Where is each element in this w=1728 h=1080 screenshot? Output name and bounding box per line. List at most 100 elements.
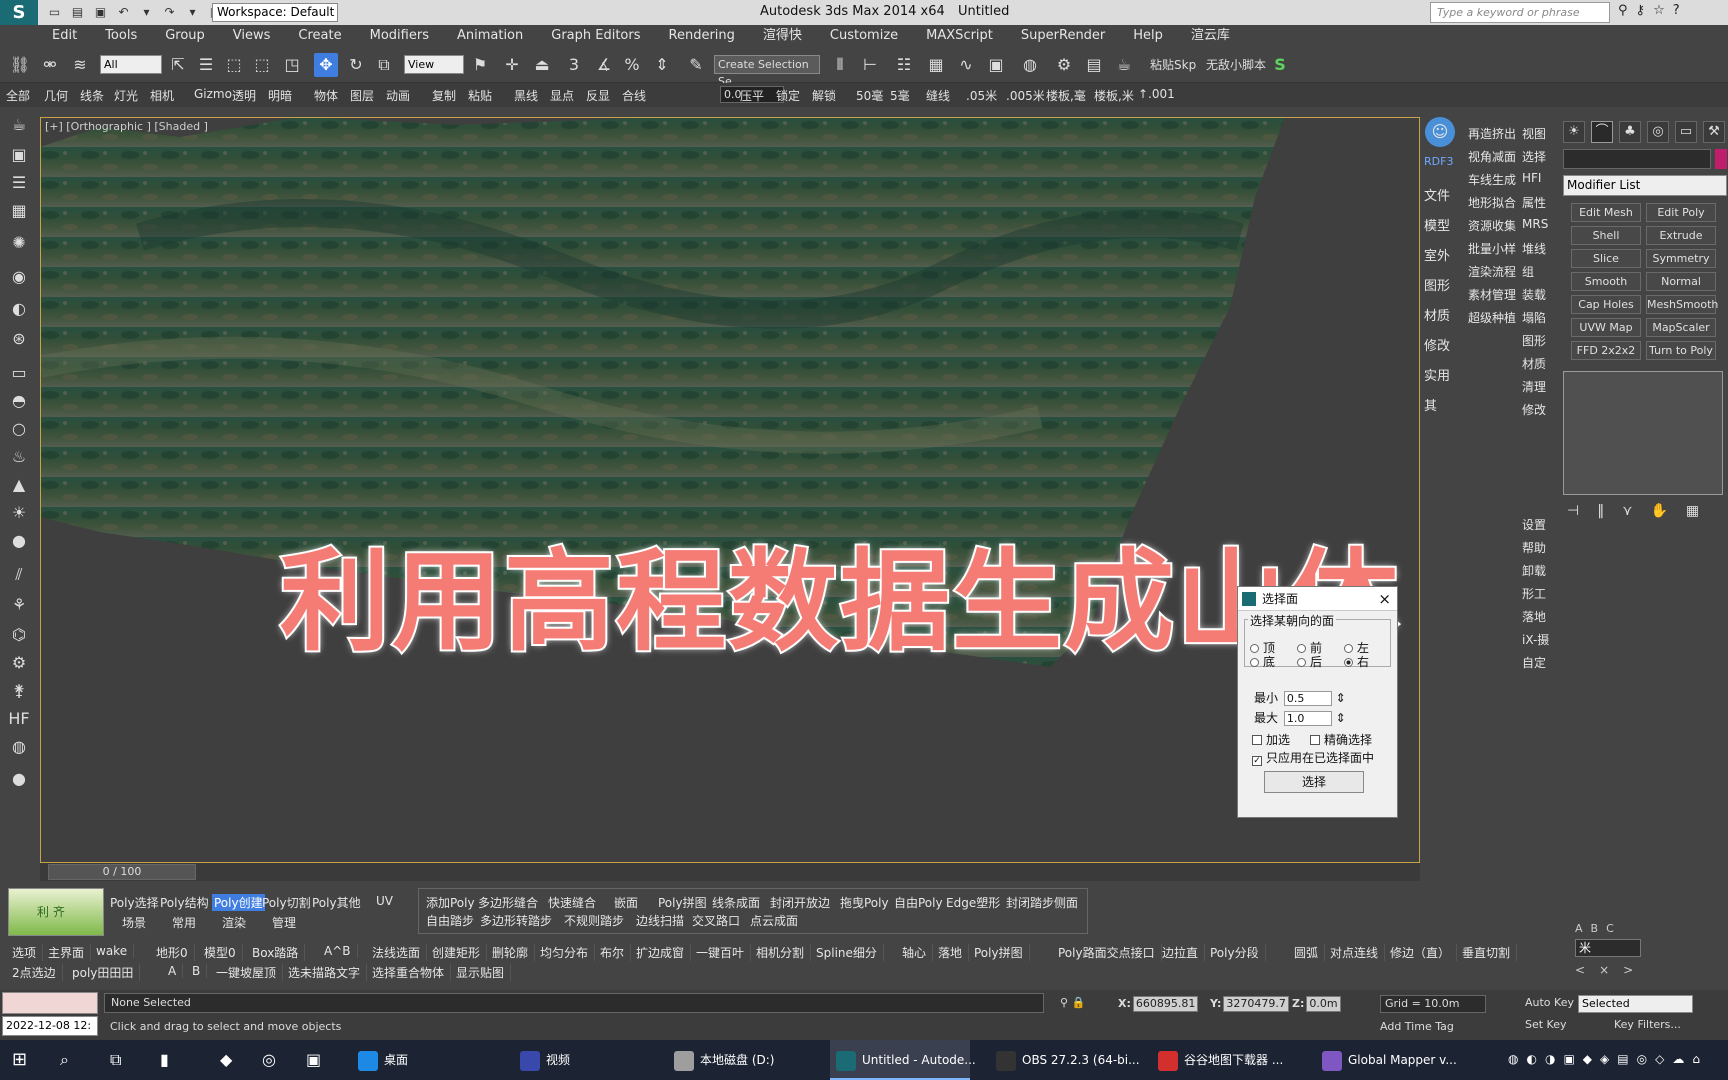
modifier-stack[interactable] (1563, 371, 1723, 495)
modifier-button[interactable]: Edit Mesh (1571, 203, 1641, 222)
poly-tab[interactable]: UV (376, 894, 393, 908)
plugin-tool-button[interactable]: 堆线 (1522, 240, 1546, 260)
poly-tool-button[interactable]: Poly拼图 (658, 894, 707, 911)
command-bar-item[interactable]: 动画 (386, 87, 410, 104)
menu-item[interactable]: Animation (443, 25, 537, 47)
tool-button[interactable]: 地形0 (150, 944, 195, 961)
command-bar-item[interactable]: 全部 (6, 87, 30, 104)
poly-tool-button[interactable]: 多边形转踏步 (480, 912, 552, 929)
menu-item[interactable]: 渲云库 (1177, 25, 1244, 47)
command-bar-item[interactable]: 反显 (586, 87, 610, 104)
pin-stack-icon[interactable]: ⊣ (1567, 503, 1579, 519)
set-key-button[interactable]: Set Key (1525, 1018, 1567, 1031)
viewport[interactable]: 利用高程数据生成山体 (40, 117, 1420, 863)
render-setup-icon[interactable]: ⚙ (1052, 53, 1076, 77)
link-icon[interactable]: ⛓ (8, 53, 32, 77)
viewport-label[interactable]: [+] [Orthographic ] [Shaded ] (45, 120, 208, 133)
selection-filter-dropdown[interactable]: All (100, 55, 162, 74)
plugin-menu-item[interactable]: 文件 (1424, 185, 1450, 204)
rect-selection-icon[interactable]: ⬚ (222, 53, 246, 77)
grass-icon[interactable]: ⚵ (7, 679, 31, 703)
stairs-icon[interactable]: ⫽ (7, 563, 31, 587)
plugin-tool-button[interactable]: 资源收集 (1468, 217, 1516, 237)
tray-wechat-icon[interactable]: ◍ (1508, 1052, 1518, 1066)
grid-icon[interactable]: ▦ (7, 199, 31, 223)
command-tab-icon[interactable]: ♣ (1619, 121, 1641, 143)
tray-app-icon[interactable]: ◆ (1583, 1052, 1592, 1066)
rotate-icon[interactable]: ↻ (344, 53, 368, 77)
plugin-tool-button[interactable]: 素材管理 (1468, 286, 1516, 306)
tray-network-icon[interactable]: ⌂ (1692, 1052, 1700, 1066)
tool-button[interactable]: 落地 (932, 944, 970, 961)
command-bar-item[interactable]: 压平 (740, 87, 764, 104)
command-bar-item[interactable]: 灯光 (114, 87, 138, 104)
poly-tool-button[interactable]: 交叉路口 (692, 912, 740, 929)
named-selection-set-dropdown[interactable]: Create Selection Se (714, 55, 820, 88)
poly-tab[interactable]: Poly结构 (160, 894, 209, 911)
abc-button[interactable]: B (1591, 922, 1599, 935)
plugin-tool-button[interactable]: 再造挤出 (1468, 125, 1516, 145)
ball-icon[interactable]: ● (7, 767, 31, 791)
molecule-icon[interactable]: ⚘ (7, 593, 31, 617)
command-bar-item[interactable]: 物体 (314, 87, 338, 104)
menu-item[interactable]: 渲得快 (749, 25, 816, 47)
box-icon[interactable]: ▭ (7, 361, 31, 385)
save-icon[interactable]: ▣ (92, 4, 109, 21)
z-coord-input[interactable]: 0.0m (1306, 996, 1341, 1012)
poly-tool-button[interactable]: 不规则踏步 (564, 912, 624, 929)
layer-manager-icon[interactable]: ☷ (892, 53, 916, 77)
show-end-result-icon[interactable]: ‖ (1597, 503, 1604, 519)
modifier-list-dropdown[interactable]: Modifier List (1563, 175, 1727, 196)
disc-icon[interactable]: ● (7, 529, 31, 553)
tray-app-icon[interactable]: ◈ (1600, 1052, 1609, 1066)
command-bar-item[interactable]: 相机 (150, 87, 174, 104)
menu-item[interactable]: Rendering (655, 25, 749, 47)
close-icon[interactable]: × (1378, 587, 1391, 611)
script-plugin-button[interactable]: 无敌小脚本 (1206, 56, 1266, 73)
tool-button[interactable]: A (162, 964, 184, 978)
command-bar-item[interactable]: .05米 (966, 87, 997, 104)
camera-icon[interactable]: ◉ (7, 265, 31, 289)
select-manipulate-icon[interactable]: ✛ (500, 53, 524, 77)
spinner-arrows-icon[interactable]: ⇕ (1336, 711, 1346, 725)
tool-button[interactable]: 轴心 (896, 944, 934, 961)
tray-app-icon[interactable]: ◐ (1526, 1052, 1536, 1066)
plugin-tool-button[interactable]: 装载 (1522, 286, 1546, 306)
plugin-tool-button[interactable]: 修改 (1522, 401, 1546, 421)
app-logo-icon[interactable]: S (0, 0, 38, 25)
poly-tool-button[interactable]: 快速缝合 (548, 894, 596, 911)
keyboard-shortcut-icon[interactable]: ⏏ (530, 53, 554, 77)
maxscript-listener[interactable] (2, 992, 98, 1014)
tool-button[interactable]: Spline细分 (810, 944, 884, 961)
tray-app-icon[interactable]: ◇ (1655, 1052, 1664, 1066)
orientation-radio[interactable]: 后 (1297, 653, 1322, 670)
gear-icon[interactable]: ⚙ (7, 651, 31, 675)
poly-tab[interactable]: 管理 (272, 914, 296, 931)
modifier-button[interactable]: UVW Map (1571, 318, 1641, 337)
taskbar-app[interactable]: 谷谷地图下载器 ... (1152, 1040, 1302, 1080)
command-bar-item[interactable]: 缝线 (926, 87, 950, 104)
plugin-menu-item[interactable]: 修改 (1424, 335, 1450, 354)
modifier-button[interactable]: Cap Holes (1571, 295, 1641, 314)
taskbar-app[interactable]: Global Mapper v... (1316, 1040, 1486, 1080)
open-file-icon[interactable]: ▤ (69, 4, 86, 21)
plugin-tool-button[interactable]: 形工 (1522, 585, 1546, 605)
window-select-icon[interactable]: ◳ (280, 53, 304, 77)
modifier-button[interactable]: FFD 2x2x2 (1571, 341, 1641, 360)
command-bar-item[interactable]: 透明 (232, 87, 256, 104)
plugin-tool-button[interactable]: HFI (1522, 171, 1541, 191)
poly-tool-button[interactable]: 多边形缝合 (478, 894, 538, 911)
plugin-tool-button[interactable]: 地形拟合 (1468, 194, 1516, 214)
cone-icon[interactable]: ▲ (7, 473, 31, 497)
teapot-icon[interactable]: ☕ (7, 113, 31, 137)
plugin-tool-button[interactable]: 车线生成 (1468, 171, 1516, 191)
undo-dropdown-icon[interactable]: ▾ (138, 4, 155, 21)
select-button[interactable]: 选择 (1264, 771, 1364, 793)
close-small-icon[interactable]: × (1599, 963, 1609, 977)
rendered-frame-icon[interactable]: ▤ (1082, 53, 1106, 77)
snap-toggle-icon[interactable]: 3 (562, 53, 586, 77)
tool-button[interactable]: 修边（直） (1384, 944, 1458, 961)
sphere-icon[interactable]: ○ (7, 417, 31, 441)
plugin-tool-button[interactable]: 自定 (1522, 654, 1546, 674)
tool-button[interactable]: 显示贴图 (450, 964, 512, 981)
